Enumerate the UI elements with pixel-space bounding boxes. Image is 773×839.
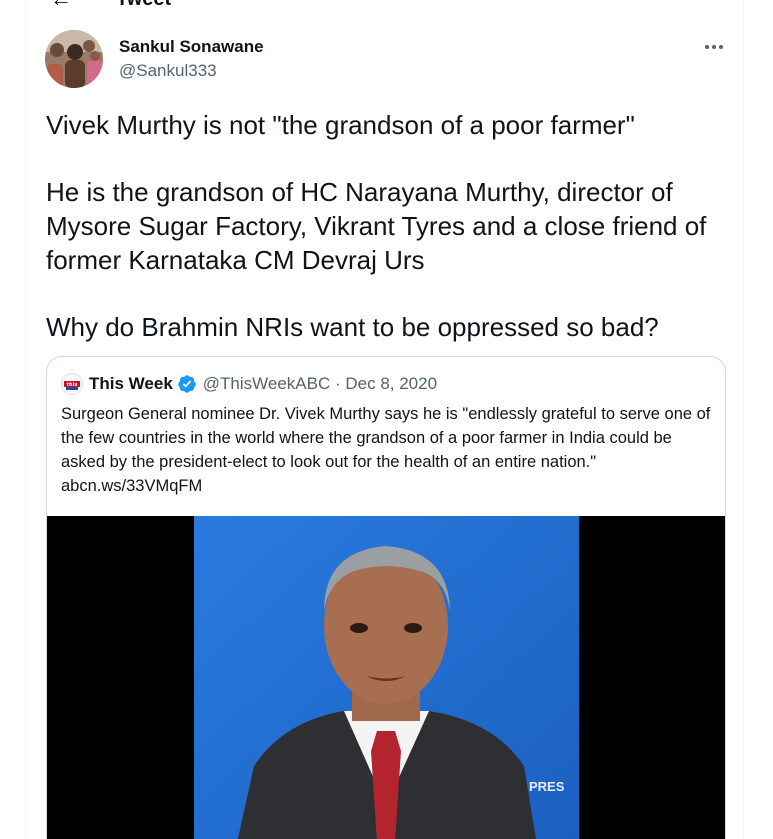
tweet-text-line1: Vivek Murthy is not "the grandson of a p… <box>46 110 635 140</box>
tweet-header: ← Tweet <box>26 0 743 11</box>
tweet-text-paragraph2: He is the grandson of HC Narayana Murthy… <box>46 177 707 275</box>
more-horizontal-icon[interactable] <box>701 34 727 60</box>
verified-badge-icon <box>178 375 196 393</box>
quoted-video-media[interactable]: PRES <box>47 516 725 839</box>
tweet-author-row: Sankul Sonawane @Sankul333 <box>45 30 727 90</box>
tweet-text: Vivek Murthy is not "the grandson of a p… <box>46 108 736 344</box>
video-overlay-text: PRES <box>529 779 565 794</box>
quoted-tweet-card[interactable]: this This Week @ThisWeekABC · Dec 8, 202… <box>46 356 726 839</box>
quoted-author-name[interactable]: This Week <box>89 374 173 394</box>
this-week-logo-icon[interactable]: this <box>61 373 83 395</box>
author-handle[interactable]: @Sankul333 <box>119 61 217 81</box>
quoted-tweet-header: this This Week @ThisWeekABC · Dec 8, 202… <box>61 373 437 395</box>
quoted-tweet-text: Surgeon General nominee Dr. Vivek Murthy… <box>61 405 711 495</box>
tweet-text-paragraph3: Why do Brahmin NRIs want to be oppressed… <box>46 312 659 342</box>
tweet-column: ← Tweet Sankul Sonawane @Sankul333 <box>25 0 744 839</box>
page-title: Tweet <box>116 0 171 11</box>
quoted-handle-date[interactable]: @ThisWeekABC · Dec 8, 2020 <box>203 374 437 394</box>
back-arrow-icon[interactable]: ← <box>50 0 72 12</box>
author-name[interactable]: Sankul Sonawane <box>119 37 264 57</box>
avatar[interactable] <box>45 30 103 88</box>
video-frame[interactable]: PRES <box>194 516 579 839</box>
